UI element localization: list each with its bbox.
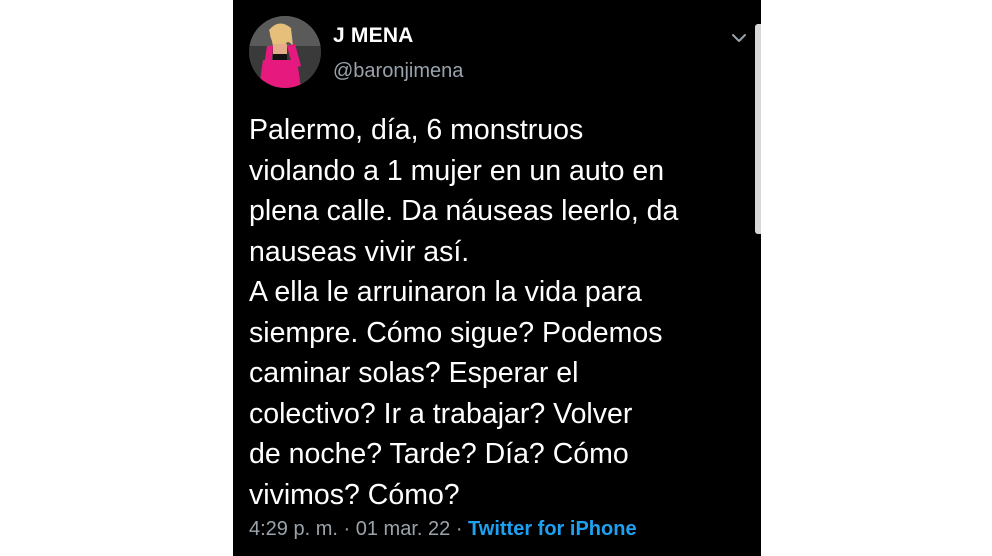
scrollbar[interactable] — [755, 24, 761, 234]
tweet-time[interactable]: 4:29 p. m. — [249, 518, 338, 540]
display-name[interactable]: J MENA — [333, 24, 414, 48]
user-handle[interactable]: @baronjimena — [333, 60, 463, 83]
tweet-date[interactable]: 01 mar. 22 — [356, 518, 451, 540]
screenshot-canvas: J MENA @baronjimena Palermo, día, 6 mons… — [0, 0, 992, 556]
tweet-source-link[interactable]: Twitter for iPhone — [468, 518, 637, 540]
avatar[interactable] — [249, 16, 321, 88]
chevron-down-icon[interactable] — [729, 28, 749, 48]
meta-separator: · — [343, 518, 351, 540]
profile-photo-icon — [249, 16, 321, 88]
meta-separator: · — [455, 518, 463, 540]
tweet-text: Palermo, día, 6 monstruos violando a 1 m… — [249, 114, 679, 511]
tweet-card: J MENA @baronjimena Palermo, día, 6 mons… — [233, 0, 761, 556]
tweet-meta: 4:29 p. m. · 01 mar. 22 · Twitter for iP… — [249, 518, 637, 541]
